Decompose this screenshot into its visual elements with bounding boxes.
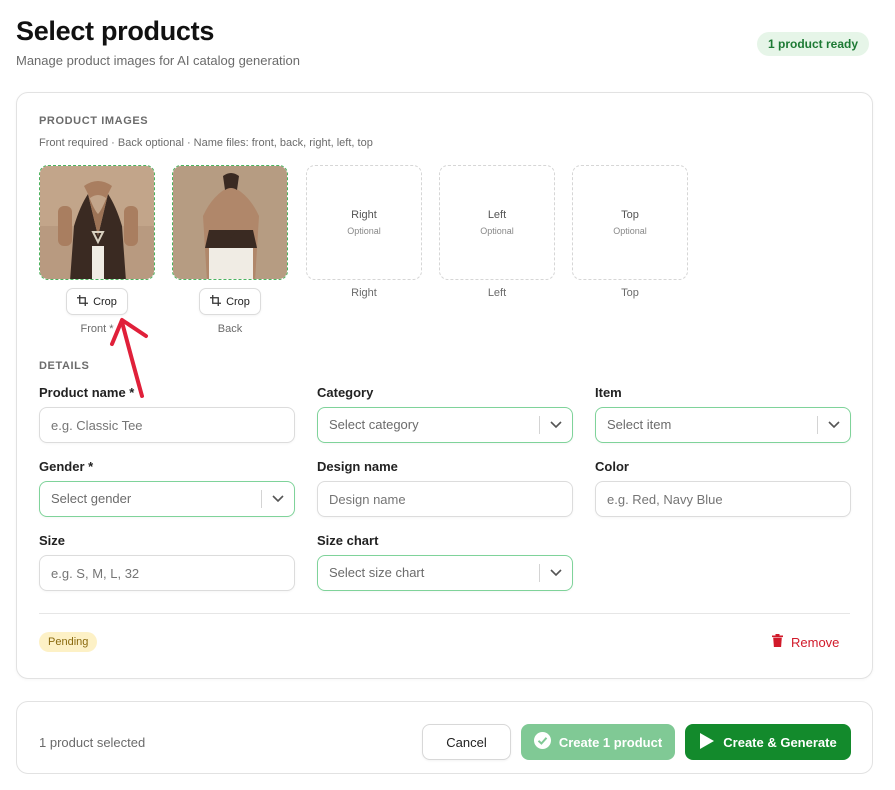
left-caption: Left: [487, 287, 507, 299]
design-name-input[interactable]: [317, 481, 573, 517]
ready-badge: 1 product ready: [757, 32, 870, 56]
product-name-input[interactable]: [39, 407, 295, 443]
color-input[interactable]: [595, 481, 851, 517]
status-badge: Pending: [39, 632, 98, 652]
back-image-slot[interactable]: [172, 165, 288, 280]
size-input[interactable]: [39, 555, 295, 591]
left-image-slot[interactable]: Left Optional: [439, 165, 555, 280]
product-images-hint: Front required · Back optional · Name fi…: [39, 137, 373, 149]
selected-count: 1 product selected: [39, 735, 146, 750]
gender-label: Gender *: [39, 459, 94, 474]
top-slot-optional: Optional: [613, 226, 647, 236]
left-slot-title: Left: [487, 209, 507, 221]
gender-select[interactable]: Select gender: [39, 481, 295, 517]
remove-label: Remove: [791, 634, 840, 650]
cancel-label: Cancel: [446, 734, 487, 750]
chevron-down-icon[interactable]: [262, 495, 294, 503]
top-slot-title: Top: [621, 209, 639, 221]
right-image-slot[interactable]: Right Optional: [306, 165, 422, 280]
product-images-heading: PRODUCT IMAGES: [39, 115, 149, 127]
right-caption: Right: [351, 287, 377, 299]
card-divider: [39, 613, 850, 614]
gender-value: Select gender: [51, 491, 132, 506]
item-value: Select item: [607, 417, 672, 432]
footer-bar: 1 product selected Cancel Create 1 produ…: [16, 701, 873, 774]
back-crop-button[interactable]: Crop: [199, 288, 261, 315]
details-heading: DETAILS: [39, 360, 90, 372]
front-image-slot[interactable]: [39, 165, 155, 280]
back-caption: Back: [217, 323, 243, 335]
chevron-down-icon[interactable]: [540, 569, 572, 577]
right-slot-optional: Optional: [347, 226, 381, 236]
create-generate-label: Create & Generate: [723, 734, 837, 750]
left-slot-optional: Optional: [480, 226, 514, 236]
page-subtitle: Manage product images for AI catalog gen…: [16, 53, 301, 68]
create-generate-button[interactable]: Create & Generate: [685, 724, 851, 760]
crop-label: Crop: [93, 295, 117, 308]
size-label: Size: [39, 533, 66, 548]
annotation-arrow-icon: [100, 310, 160, 405]
item-label: Item: [595, 385, 622, 400]
cancel-button[interactable]: Cancel: [422, 724, 511, 760]
size-chart-label: Size chart: [317, 533, 379, 548]
page-title: Select products: [16, 16, 215, 46]
size-chart-select[interactable]: Select size chart: [317, 555, 573, 591]
create-product-label: Create 1 product: [558, 734, 663, 750]
chevron-down-icon[interactable]: [540, 421, 572, 429]
category-value: Select category: [329, 417, 419, 432]
create-product-button[interactable]: Create 1 product: [521, 724, 675, 760]
category-select[interactable]: Select category: [317, 407, 573, 443]
crop-label: Crop: [226, 295, 250, 308]
color-label: Color: [595, 459, 629, 474]
back-image: [173, 166, 287, 279]
right-slot-title: Right: [351, 209, 377, 221]
chevron-down-icon[interactable]: [818, 421, 850, 429]
item-select[interactable]: Select item: [595, 407, 851, 443]
play-icon: [699, 732, 715, 753]
crop-icon: [210, 294, 222, 309]
crop-icon: [77, 294, 89, 309]
front-image: [40, 166, 154, 279]
category-label: Category: [317, 385, 374, 400]
design-name-label: Design name: [317, 459, 398, 474]
trash-icon: [772, 634, 783, 650]
check-circle-icon: [533, 732, 551, 752]
remove-button[interactable]: Remove: [772, 632, 839, 652]
top-caption: Top: [621, 287, 639, 299]
size-chart-value: Select size chart: [329, 565, 425, 580]
top-image-slot[interactable]: Top Optional: [572, 165, 688, 280]
